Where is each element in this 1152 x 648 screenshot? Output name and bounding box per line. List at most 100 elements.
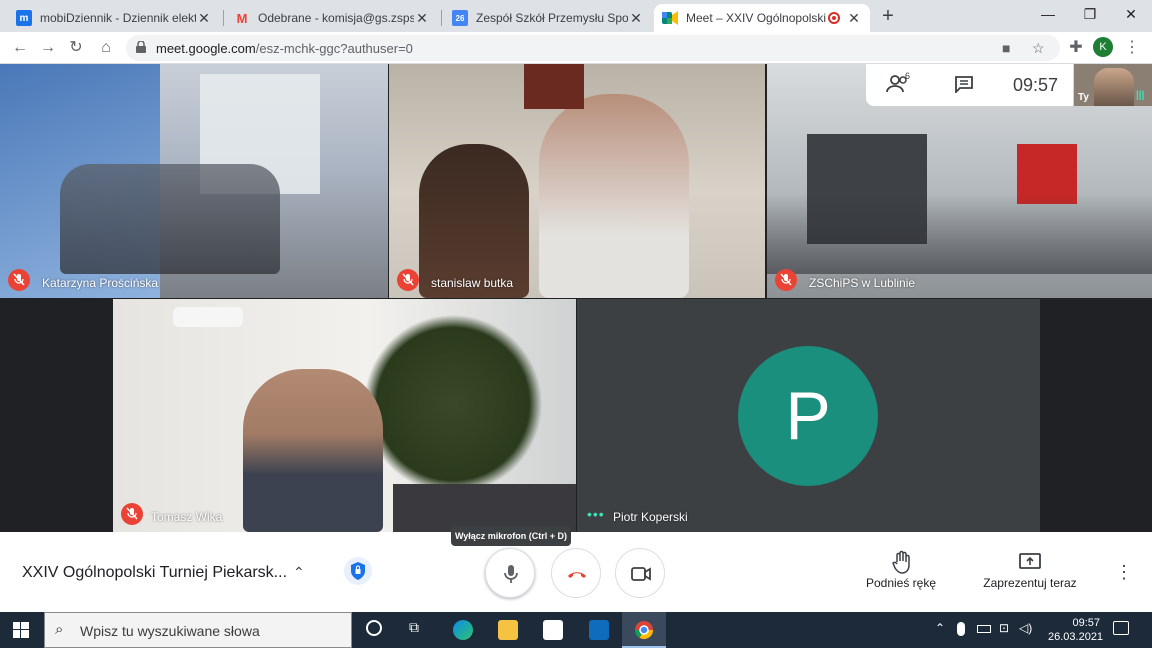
lock-icon	[136, 41, 146, 53]
wall-picture	[524, 64, 584, 109]
leave-call-button[interactable]	[551, 548, 601, 598]
store-icon[interactable]	[543, 620, 563, 640]
tray-clock[interactable]: 09:57 26.03.2021	[1048, 616, 1104, 644]
audio-activity-icon: •••	[587, 506, 605, 522]
bookmark-star-icon[interactable]: ☆	[1032, 40, 1045, 57]
tray-time: 09:57	[1072, 617, 1100, 629]
hang-up-icon	[568, 572, 586, 578]
url-host: meet.google.com	[156, 41, 256, 56]
mobidziennik-icon: m	[16, 10, 32, 26]
url-text: meet.google.com/esz-mchk-ggc?authuser=0	[156, 41, 413, 56]
meet-icon	[662, 10, 678, 26]
network-icon[interactable]: ⊡	[999, 621, 1009, 635]
close-tab-icon[interactable]: ✕	[196, 10, 212, 27]
recording-icon	[828, 12, 840, 24]
more-options-icon[interactable]: ⋮	[1115, 562, 1133, 583]
browser-toolbar: ← → ↻ ⌂ meet.google.com/esz-mchk-ggc?aut…	[0, 32, 1152, 64]
new-tab-icon[interactable]: +	[877, 5, 899, 27]
battery-icon[interactable]	[977, 625, 991, 633]
taskbar-search[interactable]: ⌕ Wpisz tu wyszukiwane słowa	[44, 612, 352, 648]
participant-tile[interactable]: stanislaw butka	[389, 64, 765, 298]
participant-tile[interactable]: P ••• Piotr Koperski	[577, 299, 1040, 532]
tab-zsps[interactable]: 26 Zespół Szkół Przemysłu Spożywc ✕	[444, 4, 652, 32]
search-icon: ⌕	[55, 621, 64, 638]
muted-mic-icon	[397, 269, 419, 291]
participant-name: Katarzyna Prościńska	[42, 276, 159, 290]
chat-icon[interactable]	[954, 75, 974, 98]
present-screen-icon[interactable]	[1019, 552, 1041, 577]
muted-mic-icon	[775, 269, 797, 291]
forward-icon[interactable]: →	[36, 36, 60, 60]
muted-mic-icon	[121, 503, 143, 525]
search-placeholder: Wpisz tu wyszukiwane słowa	[80, 623, 260, 639]
volume-icon[interactable]: ◁)	[1019, 621, 1032, 635]
tab-separator	[441, 10, 442, 26]
self-preview	[1094, 68, 1134, 106]
chevron-up-icon[interactable]: ⌃	[293, 564, 305, 581]
url-path: /esz-mchk-ggc?authuser=0	[255, 41, 413, 56]
tab-title: mobiDziennik - Dziennik elektron	[40, 11, 196, 25]
tab-title: Odebrane - komisja@gs.zsps.poz	[258, 11, 414, 25]
windows-start-icon[interactable]	[13, 622, 29, 643]
calendar-icon: 26	[452, 10, 468, 26]
people-count: 6	[905, 71, 911, 81]
chrome-taskbar-item[interactable]	[622, 612, 666, 648]
windows-taskbar: ⌕ Wpisz tu wyszukiwane słowa ⧉ ⌃ ⊡ ◁) 09…	[0, 612, 1152, 648]
close-tab-icon[interactable]: ✕	[846, 10, 862, 27]
present-label[interactable]: Zaprezentuj teraz	[978, 576, 1082, 590]
profile-avatar[interactable]: K	[1093, 37, 1113, 57]
tab-title: Meet – XXIV Ogólnopolski Tu	[686, 11, 828, 25]
reload-icon[interactable]: ↻	[64, 36, 88, 60]
air-conditioner	[173, 307, 243, 327]
participant-name: Tomasz Wika	[151, 510, 223, 524]
raise-hand-icon[interactable]	[891, 550, 913, 579]
tab-mobidziennik[interactable]: m mobiDziennik - Dziennik elektron ✕	[8, 4, 220, 32]
person-silhouette	[419, 144, 529, 298]
microphone-button[interactable]	[485, 548, 535, 598]
participant-name: Piotr Koperski	[613, 510, 688, 524]
gmail-icon: M	[236, 10, 248, 26]
chrome-menu-icon[interactable]: ⋮	[1120, 36, 1144, 60]
camera-indicator-icon[interactable]: ■	[1002, 40, 1010, 56]
participant-tile[interactable]: Katarzyna Prościńska	[0, 64, 388, 298]
host-shield-icon[interactable]	[343, 556, 373, 586]
edge-icon[interactable]	[453, 620, 473, 640]
minimize-icon[interactable]: —	[1025, 0, 1071, 30]
task-view-icon[interactable]: ⧉	[409, 619, 419, 636]
mic-tooltip: Wyłącz mikrofon (Ctrl + D)	[451, 526, 571, 546]
participant-name: stanislaw butka	[431, 276, 514, 290]
self-view-tile[interactable]: Ty |||	[1074, 64, 1152, 106]
raise-hand-label[interactable]: Podnieś rękę	[858, 576, 944, 590]
back-icon[interactable]: ←	[8, 36, 32, 60]
camera-button[interactable]	[615, 548, 665, 598]
restore-icon[interactable]: ❐	[1067, 0, 1113, 30]
tray-chevron-icon[interactable]: ⌃	[935, 621, 945, 635]
file-explorer-icon[interactable]	[498, 620, 518, 640]
tray-date: 26.03.2021	[1048, 631, 1104, 643]
cortana-icon[interactable]	[366, 620, 382, 636]
people-silhouettes	[60, 164, 280, 274]
person-silhouette	[539, 94, 689, 298]
microphone-icon	[504, 565, 518, 583]
participant-tile[interactable]: Tomasz Wika	[113, 299, 576, 532]
home-icon[interactable]: ⌂	[94, 36, 118, 60]
close-window-icon[interactable]: ✕	[1108, 0, 1152, 30]
meeting-title[interactable]: XXIV Ogólnopolski Turniej Piekarsk...	[22, 564, 287, 582]
meeting-clock: 09:57	[1013, 75, 1059, 95]
tab-gmail[interactable]: M Odebrane - komisja@gs.zsps.poz ✕	[226, 4, 438, 32]
sofa	[393, 484, 576, 532]
notifications-icon[interactable]	[1113, 621, 1129, 635]
tab-separator	[223, 10, 224, 26]
close-tab-icon[interactable]: ✕	[414, 10, 430, 27]
tab-meet[interactable]: Meet – XXIV Ogólnopolski Tu ✕	[654, 4, 870, 32]
close-tab-icon[interactable]: ✕	[628, 10, 644, 27]
extensions-icon[interactable]: ✚	[1064, 36, 1088, 60]
tray-mic-icon[interactable]	[957, 622, 965, 636]
address-bar[interactable]: meet.google.com/esz-mchk-ggc?authuser=0 …	[126, 35, 1060, 61]
plant	[363, 314, 543, 494]
participant-name: ZSChiPS w Lublinie	[809, 276, 916, 290]
mail-icon[interactable]	[589, 620, 609, 640]
tab-title: Zespół Szkół Przemysłu Spożywc	[476, 11, 628, 25]
control-bar: XXIV Ogólnopolski Turniej Piekarsk... ⌃ …	[0, 532, 1152, 612]
participant-avatar: P	[738, 346, 878, 486]
